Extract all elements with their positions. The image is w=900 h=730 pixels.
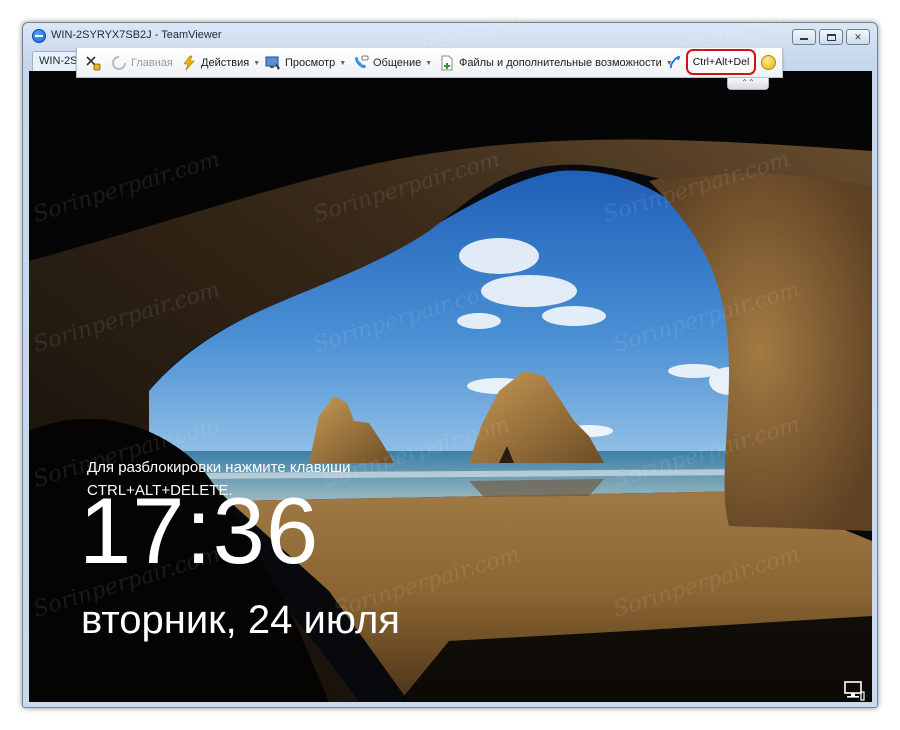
window-title: WIN-2SYRYX7SB2J - TeamViewer — [51, 29, 222, 41]
ctrl-alt-del-button[interactable]: Ctrl+Alt+Del — [686, 49, 756, 75]
chevron-down-icon: ▼ — [339, 59, 347, 67]
close-connection-icon — [86, 56, 101, 71]
close-window-button[interactable]: ✕ — [846, 29, 870, 45]
lockscreen-date: вторник, 24 июля — [81, 598, 400, 642]
maximize-icon — [826, 33, 836, 41]
remote-toolbar: Главная Действия ▼ Просмотр ▼ Общение ▼ … — [76, 48, 783, 78]
communicate-menu[interactable]: Общение ▼ — [353, 48, 432, 78]
close-icon: ✕ — [854, 31, 862, 42]
chevron-down-icon: ▼ — [253, 59, 261, 67]
monitor-icon — [265, 56, 280, 70]
title-bar[interactable]: WIN-2SYRYX7SB2J - TeamViewer ✕ — [23, 23, 877, 49]
home-label: Главная — [131, 57, 173, 69]
chevron-down-icon: ▼ — [425, 59, 433, 67]
smiley-icon[interactable] — [761, 55, 776, 70]
files-label: Файлы и дополнительные возможности — [459, 57, 662, 69]
teamviewer-quickconnect[interactable] — [667, 48, 687, 78]
network-icon[interactable] — [843, 681, 865, 701]
minimize-icon — [800, 38, 808, 40]
toolbar-collapse-handle[interactable]: ⌃⌃ — [727, 78, 769, 90]
view-menu[interactable]: Просмотр ▼ — [265, 48, 346, 78]
teamviewer-icon — [669, 55, 681, 69]
teamviewer-logo-icon — [32, 29, 46, 43]
lightning-icon — [183, 55, 195, 71]
view-label: Просмотр — [285, 57, 336, 69]
communicate-label: Общение — [373, 57, 422, 69]
maximize-button[interactable] — [819, 29, 843, 45]
minimize-button[interactable] — [792, 29, 816, 45]
file-transfer-icon — [441, 55, 453, 71]
lockscreen-clock: 17:36 — [79, 478, 320, 583]
files-menu[interactable]: Файлы и дополнительные возможности ▼ — [439, 48, 673, 78]
actions-label: Действия — [201, 57, 250, 69]
teamviewer-window: WIN-2SYRYX7SB2J - TeamViewer ✕ WIN-2SYRY… — [22, 22, 878, 708]
chat-icon — [355, 55, 369, 69]
home-icon — [112, 56, 126, 70]
home-button[interactable]: Главная — [111, 48, 173, 78]
actions-menu[interactable]: Действия ▼ — [181, 48, 260, 78]
close-connection-button[interactable] — [85, 48, 105, 78]
